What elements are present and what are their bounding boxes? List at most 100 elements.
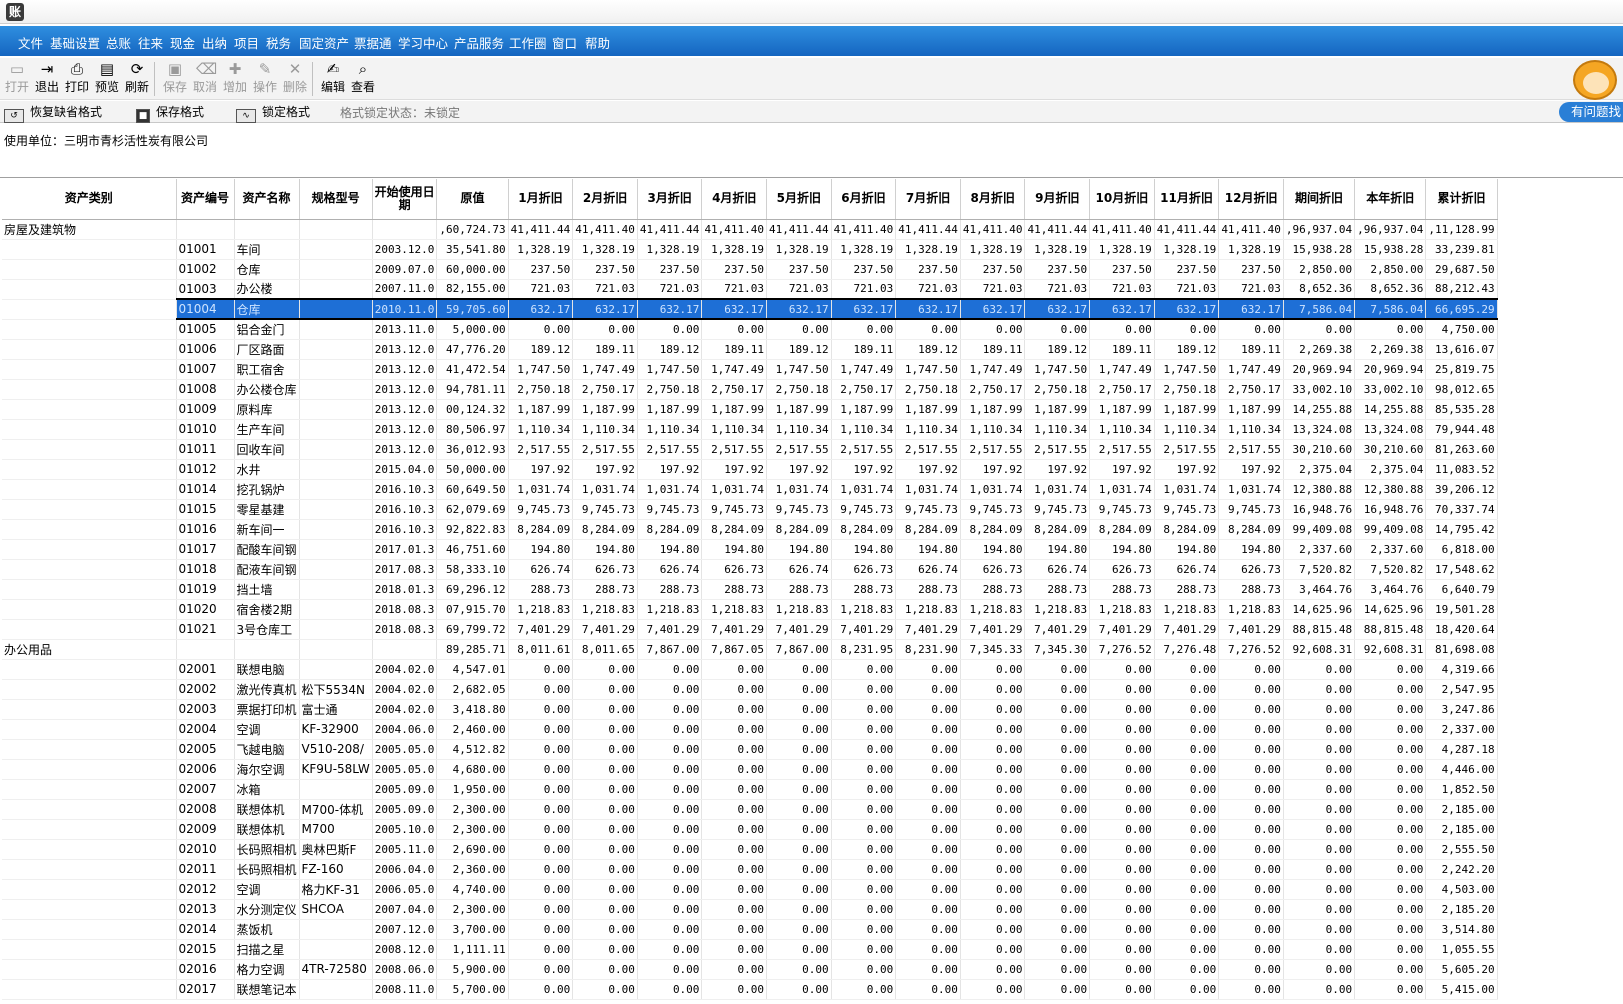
- table-cell[interactable]: 99,409.08: [1283, 519, 1356, 540]
- table-cell[interactable]: 41,411.40: [572, 219, 638, 240]
- table-cell[interactable]: 02005: [176, 739, 235, 760]
- table-cell[interactable]: 0.00: [831, 819, 897, 840]
- table-cell[interactable]: 0.00: [1154, 699, 1220, 720]
- table-cell[interactable]: 0.00: [1024, 839, 1091, 860]
- table-cell[interactable]: 7,867.05: [701, 639, 768, 660]
- table-cell[interactable]: 2,337.60: [1283, 539, 1356, 560]
- table-cell[interactable]: 0.00: [831, 939, 897, 960]
- table-cell[interactable]: [2, 239, 177, 260]
- table-cell[interactable]: 0.00: [1154, 879, 1220, 900]
- table-cell[interactable]: [2, 899, 177, 920]
- table-cell[interactable]: [299, 479, 373, 500]
- table-cell[interactable]: 2,850.00: [1283, 259, 1356, 280]
- table-cell[interactable]: 626.74: [1154, 559, 1220, 580]
- table-cell[interactable]: 2,517.55: [1024, 439, 1091, 460]
- table-cell[interactable]: 0.00: [895, 719, 961, 740]
- toolbar-button-3[interactable]: ▤ 预览: [92, 61, 122, 97]
- table-cell[interactable]: 2,750.17: [960, 379, 1026, 400]
- table-cell[interactable]: 01016: [176, 519, 235, 540]
- table-cell[interactable]: 01005: [176, 319, 235, 340]
- table-cell[interactable]: 2018.01.3: [372, 579, 438, 600]
- table-cell[interactable]: 0.00: [637, 899, 703, 920]
- table-cell[interactable]: 626.74: [1024, 559, 1091, 580]
- column-header[interactable]: 5月折旧: [766, 179, 832, 220]
- table-cell[interactable]: 1,110.34: [831, 419, 897, 440]
- table-cell[interactable]: 0.00: [701, 839, 768, 860]
- table-cell[interactable]: 8,652.36: [1354, 279, 1427, 300]
- table-cell[interactable]: 2,337.60: [1354, 539, 1427, 560]
- table-cell[interactable]: 0.00: [508, 759, 574, 780]
- table-cell[interactable]: 2,682.05: [436, 679, 509, 700]
- table-cell[interactable]: 8,284.09: [1154, 519, 1220, 540]
- table-cell[interactable]: 7,276.52: [1218, 639, 1284, 660]
- table-cell[interactable]: 0.00: [766, 979, 832, 1000]
- column-header[interactable]: 资产类别: [2, 179, 177, 220]
- table-cell[interactable]: 0.00: [766, 319, 832, 340]
- table-cell[interactable]: 格力空调: [234, 959, 300, 980]
- table-cell[interactable]: 12,380.88: [1283, 479, 1356, 500]
- table-cell[interactable]: 17,548.62: [1425, 559, 1498, 580]
- help-tab[interactable]: 有问题找: [1559, 102, 1623, 122]
- table-cell[interactable]: [299, 579, 373, 600]
- table-cell[interactable]: 4,287.18: [1425, 739, 1498, 760]
- table-cell[interactable]: 18,420.64: [1425, 619, 1498, 640]
- table-cell[interactable]: 288.73: [572, 579, 638, 600]
- table-cell[interactable]: 1,031.74: [1089, 479, 1155, 500]
- table-cell[interactable]: [372, 639, 438, 660]
- table-cell[interactable]: 挖孔锅炉: [234, 479, 300, 500]
- table-cell[interactable]: 回收车间: [234, 439, 300, 460]
- table-row[interactable]: 01007 职工宿舍 2013.12.0 41,472.54 1,747.50 1,747…: [2, 359, 1498, 380]
- table-cell[interactable]: 1,187.99: [831, 399, 897, 420]
- table-cell[interactable]: 0.00: [766, 799, 832, 820]
- table-cell[interactable]: 189.11: [1218, 339, 1284, 360]
- table-cell[interactable]: 9,745.73: [960, 499, 1026, 520]
- table-cell[interactable]: 02004: [176, 719, 235, 740]
- table-cell[interactable]: 2,300.00: [436, 899, 509, 920]
- table-cell[interactable]: 626.74: [637, 559, 703, 580]
- table-cell[interactable]: 1,031.74: [572, 479, 638, 500]
- table-cell[interactable]: 海尔空调: [234, 759, 300, 780]
- table-cell[interactable]: 0.00: [960, 879, 1026, 900]
- table-cell[interactable]: 288.73: [1089, 579, 1155, 600]
- table-cell[interactable]: 2,375.04: [1354, 459, 1427, 480]
- table-cell[interactable]: 0.00: [1283, 939, 1356, 960]
- table-cell[interactable]: 2,460.00: [436, 719, 509, 740]
- table-cell[interactable]: 0.00: [572, 679, 638, 700]
- table-cell[interactable]: 7,520.82: [1283, 559, 1356, 580]
- table-cell[interactable]: 4,503.00: [1425, 879, 1498, 900]
- table-cell[interactable]: 632.17: [766, 298, 832, 320]
- table-cell[interactable]: 01018: [176, 559, 235, 580]
- table-cell[interactable]: 0.00: [1218, 839, 1284, 860]
- table-cell[interactable]: 194.80: [508, 539, 574, 560]
- column-header[interactable]: 开始使用日期: [372, 179, 438, 220]
- table-cell[interactable]: 01011: [176, 439, 235, 460]
- table-cell[interactable]: 1,328.19: [1218, 239, 1284, 260]
- table-cell[interactable]: 0.00: [960, 859, 1026, 880]
- table-cell[interactable]: 0.00: [701, 899, 768, 920]
- table-cell[interactable]: [299, 539, 373, 560]
- table-cell[interactable]: 原料库: [234, 399, 300, 420]
- table-cell[interactable]: ,96,937.04: [1354, 219, 1427, 240]
- table-cell[interactable]: 4,319.66: [1425, 659, 1498, 680]
- table-cell[interactable]: 0.00: [1089, 779, 1155, 800]
- lock-format-button[interactable]: ∿ 锁定格式: [236, 103, 310, 123]
- table-cell[interactable]: 15,938.28: [1283, 239, 1356, 260]
- table-cell[interactable]: 197.92: [508, 459, 574, 480]
- table-cell[interactable]: 0.00: [831, 679, 897, 700]
- table-cell[interactable]: 0.00: [1024, 659, 1091, 680]
- table-cell[interactable]: 0.00: [1089, 659, 1155, 680]
- toolbar-button-6[interactable]: ⌫ 取消: [190, 61, 220, 97]
- table-cell[interactable]: 票据打印机: [234, 699, 300, 720]
- table-cell[interactable]: 2,750.17: [831, 379, 897, 400]
- table-cell[interactable]: 2,690.00: [436, 839, 509, 860]
- table-cell[interactable]: 0.00: [508, 819, 574, 840]
- table-cell[interactable]: 92,822.83: [436, 519, 509, 540]
- table-cell[interactable]: 0.00: [1218, 319, 1284, 340]
- table-cell[interactable]: 5,900.00: [436, 959, 509, 980]
- table-cell[interactable]: 1,031.74: [766, 479, 832, 500]
- table-cell[interactable]: 0.00: [637, 959, 703, 980]
- table-cell[interactable]: 14,625.96: [1354, 599, 1427, 620]
- table-cell[interactable]: 0.00: [1283, 919, 1356, 940]
- table-cell[interactable]: [299, 599, 373, 620]
- table-cell[interactable]: 189.11: [1089, 339, 1155, 360]
